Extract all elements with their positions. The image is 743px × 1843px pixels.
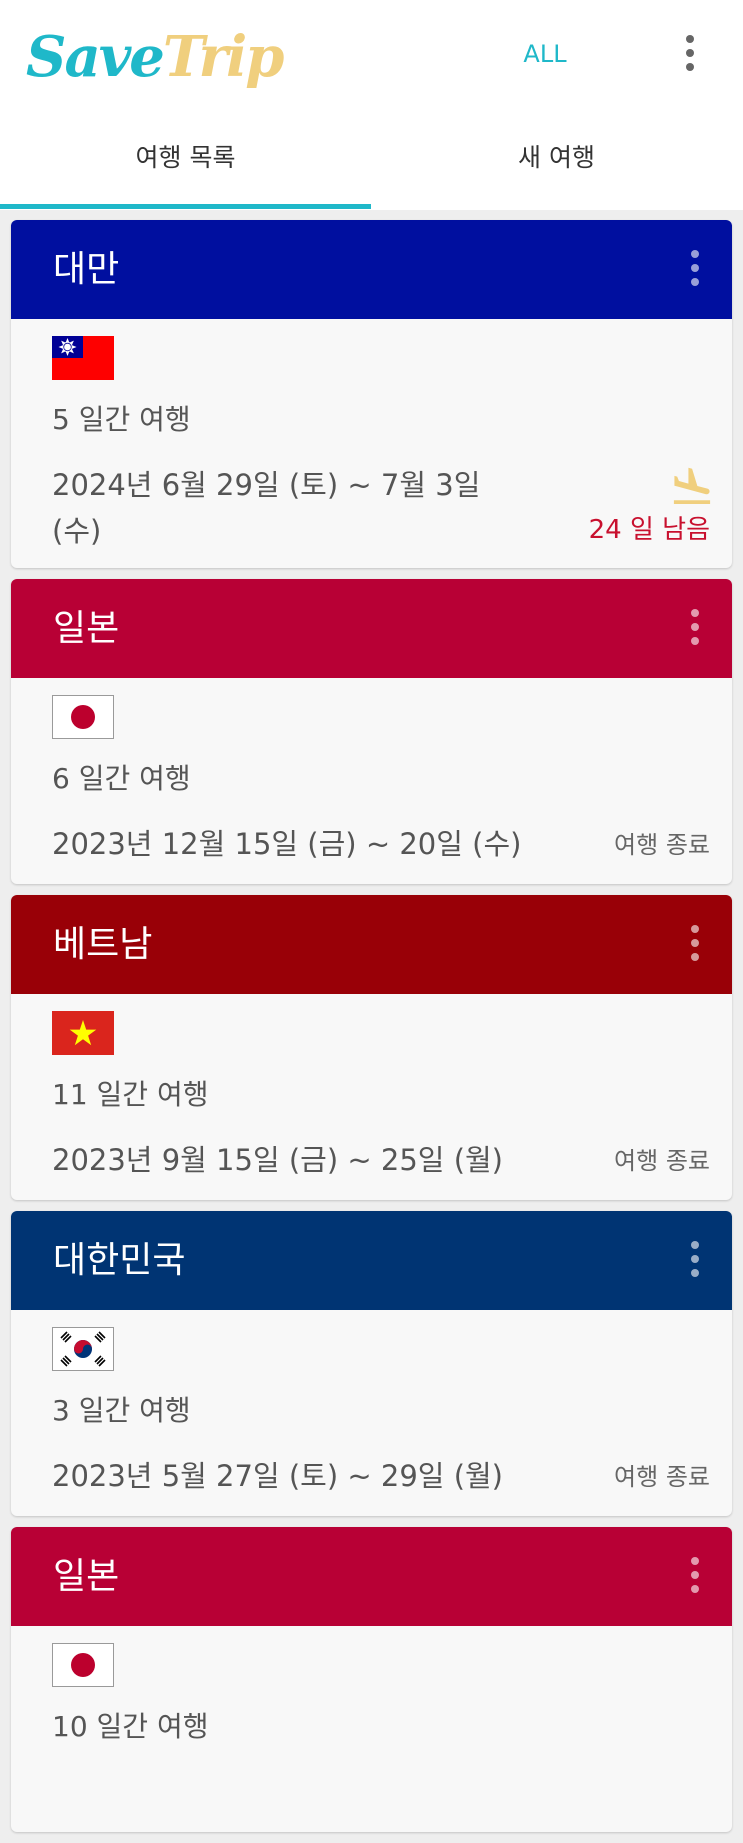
- trip-card-menu-button[interactable]: [675, 248, 715, 292]
- more-vert-icon: [691, 925, 699, 967]
- trip-duration: 3 일간 여행: [52, 1394, 191, 1427]
- app-logo: SaveTrip: [26, 22, 285, 92]
- trip-status: 여행 종료: [614, 831, 710, 859]
- more-vert-icon: [691, 1557, 699, 1599]
- japan-flag-icon: [52, 1643, 114, 1687]
- trip-card-header: 일본: [11, 1527, 732, 1626]
- trip-dates-line2: (수): [52, 514, 102, 548]
- trip-dates-line1: 2024년 6월 29일 (토) ~ 7월 3일: [52, 468, 481, 502]
- trip-duration: 10 일간 여행: [52, 1710, 209, 1743]
- trip-card[interactable]: 베트남 11 일간 여행 2023년 9월 15일 (금) ~ 25일 (월) …: [11, 895, 732, 1200]
- trip-status: 여행 종료: [614, 1463, 710, 1491]
- tab-bar: 여행 목록 새 여행: [0, 108, 743, 210]
- trip-duration: 5 일간 여행: [52, 403, 191, 436]
- trip-card-menu-button[interactable]: [675, 1555, 715, 1599]
- trip-card-header: 일본: [11, 579, 732, 678]
- more-vert-icon: [691, 1241, 699, 1283]
- trip-card[interactable]: 대한민국 3 일간 여행 2023년 5월 27일 (토) ~ 29일 (월) …: [11, 1211, 732, 1516]
- trip-card[interactable]: 일본 10 일간 여행: [11, 1527, 732, 1832]
- tab-indicator: [0, 204, 371, 209]
- trip-card-menu-button[interactable]: [675, 607, 715, 651]
- trip-dates: 2023년 12월 15일 (금) ~ 20일 (수): [52, 827, 522, 861]
- filter-all-button[interactable]: ALL: [500, 34, 590, 74]
- trip-card-header: 대한민국: [11, 1211, 732, 1310]
- logo-text-save: Save: [26, 24, 165, 90]
- japan-flag-icon: [52, 695, 114, 739]
- more-vert-icon: [686, 35, 694, 77]
- trip-dates: 2023년 9월 15일 (금) ~ 25일 (월): [52, 1143, 504, 1177]
- trip-dates: 2024년 6월 29일 (토) ~ 7월 3일 (수): [52, 462, 512, 554]
- trip-country-name: 베트남: [53, 924, 153, 965]
- trip-country-name: 대한민국: [53, 1240, 186, 1281]
- trip-list: 대만 5 일간 여행 2024년 6월 29일 (토) ~ 7월 3일 (수) …: [11, 220, 732, 1843]
- vietnam-flag-icon: [52, 1011, 114, 1055]
- korea-flag-icon: [52, 1327, 114, 1371]
- trip-duration: 11 일간 여행: [52, 1078, 209, 1111]
- trip-card-header: 대만: [11, 220, 732, 319]
- tab-trip-list[interactable]: 여행 목록: [0, 108, 371, 210]
- taiwan-flag-icon: [52, 336, 114, 380]
- trip-duration: 6 일간 여행: [52, 762, 191, 795]
- trip-card-header: 베트남: [11, 895, 732, 994]
- trip-countdown: 24 일 남음: [588, 515, 710, 545]
- trip-country-name: 대만: [53, 249, 120, 290]
- trip-country-name: 일본: [53, 608, 120, 649]
- more-vert-icon: [691, 250, 699, 292]
- more-vert-icon: [691, 609, 699, 651]
- trip-country-name: 일본: [53, 1556, 120, 1597]
- tab-new-trip[interactable]: 새 여행: [371, 108, 742, 210]
- trip-status: 여행 종료: [614, 1147, 710, 1175]
- flight-land-icon: [669, 464, 715, 504]
- app-bar: SaveTrip ALL: [0, 0, 743, 108]
- logo-text-trip: Trip: [162, 24, 285, 90]
- trip-card-menu-button[interactable]: [675, 923, 715, 967]
- trip-card[interactable]: 일본 6 일간 여행 2023년 12월 15일 (금) ~ 20일 (수) 여…: [11, 579, 732, 884]
- trip-card-menu-button[interactable]: [675, 1239, 715, 1283]
- trip-card[interactable]: 대만 5 일간 여행 2024년 6월 29일 (토) ~ 7월 3일 (수) …: [11, 220, 732, 568]
- overflow-menu-button[interactable]: [670, 30, 710, 78]
- trip-dates: 2023년 5월 27일 (토) ~ 29일 (월): [52, 1459, 504, 1493]
